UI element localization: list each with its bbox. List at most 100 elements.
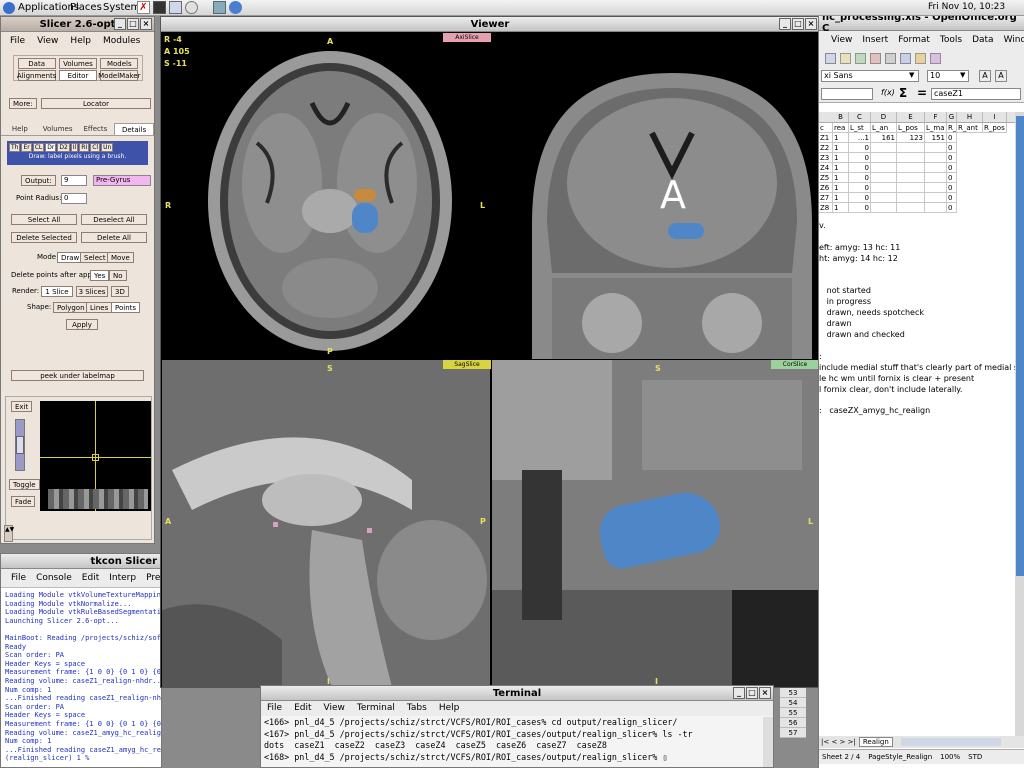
table-cell[interactable]: 123 bbox=[897, 133, 925, 143]
table-cell[interactable]: Z2 bbox=[819, 143, 833, 153]
slicer-menu-modules[interactable]: Modules bbox=[103, 36, 140, 46]
table-cell[interactable] bbox=[871, 173, 897, 183]
module-data-button[interactable]: Data bbox=[17, 58, 56, 69]
tkcon-menu-file[interactable]: File bbox=[11, 573, 26, 583]
table-cell[interactable]: ...1 bbox=[849, 133, 871, 143]
effect-dr-button[interactable]: Dr bbox=[45, 143, 57, 152]
tab-volumes[interactable]: Volumes bbox=[39, 123, 77, 135]
table-cell[interactable]: 1 bbox=[833, 143, 849, 153]
sum-icon[interactable]: Σ bbox=[899, 86, 907, 100]
mode-select-button[interactable]: Select bbox=[80, 252, 110, 263]
output-button[interactable]: Output: bbox=[21, 175, 56, 186]
table-cell[interactable] bbox=[897, 143, 925, 153]
table-cell[interactable] bbox=[925, 173, 947, 183]
effect-un-button[interactable]: Un bbox=[101, 143, 114, 152]
column-header[interactable]: E bbox=[897, 112, 925, 122]
table-cell[interactable]: 0 bbox=[849, 203, 871, 213]
table-cell[interactable] bbox=[925, 153, 947, 163]
calc-menu-format[interactable]: Format bbox=[898, 35, 930, 45]
module-models-button[interactable]: Models bbox=[100, 58, 139, 69]
column-header[interactable]: F bbox=[925, 112, 947, 122]
delete-all-button[interactable]: Delete All bbox=[81, 232, 147, 243]
terminal-menu-terminal[interactable]: Terminal bbox=[357, 703, 395, 714]
table-cell[interactable] bbox=[925, 193, 947, 203]
effect-il-button[interactable]: Il bbox=[70, 143, 79, 152]
status-zoom[interactable]: 100% bbox=[940, 753, 960, 761]
tab-effects[interactable]: Effects bbox=[77, 123, 115, 135]
effect-d2-button[interactable]: D2 bbox=[57, 143, 70, 152]
row-number[interactable]: 56 bbox=[780, 718, 806, 728]
shape-points-button[interactable]: Points bbox=[111, 302, 141, 313]
terminal-menu-file[interactable]: File bbox=[267, 703, 282, 714]
horizontal-scrollbar[interactable] bbox=[900, 738, 1001, 746]
table-cell[interactable]: 0 bbox=[849, 193, 871, 203]
effect-ri-button[interactable]: RI bbox=[79, 143, 90, 152]
fade-slider[interactable] bbox=[15, 419, 25, 471]
status-mode[interactable]: STD bbox=[968, 753, 982, 761]
table-cell[interactable]: 0 bbox=[947, 143, 957, 153]
table-cell[interactable]: 0 bbox=[849, 153, 871, 163]
table-cell[interactable]: 0 bbox=[947, 173, 957, 183]
header-cell[interactable]: L_st bbox=[849, 123, 871, 133]
point-radius-field[interactable]: 0 bbox=[61, 193, 87, 204]
mail-icon[interactable] bbox=[169, 1, 182, 14]
row-number[interactable]: 54 bbox=[780, 698, 806, 708]
calc-menu-insert[interactable]: Insert bbox=[862, 35, 888, 45]
toolbar-icon-5[interactable] bbox=[885, 52, 896, 64]
toolbar-icon-1[interactable] bbox=[825, 52, 836, 64]
viewer-titlebar[interactable]: Viewer _ □ × bbox=[161, 17, 819, 32]
apps-icon[interactable] bbox=[3, 2, 15, 14]
fade-button[interactable]: Fade bbox=[11, 496, 36, 507]
table-cell[interactable]: 1 bbox=[833, 183, 849, 193]
calc-menu-data[interactable]: Data bbox=[972, 35, 994, 45]
header-cell[interactable]: L_pos bbox=[897, 123, 925, 133]
close-icon[interactable]: × bbox=[140, 18, 152, 30]
table-cell[interactable] bbox=[871, 193, 897, 203]
calc-menu-view[interactable]: View bbox=[831, 35, 852, 45]
coronal-slice-view[interactable]: S I L bbox=[492, 360, 819, 687]
table-cell[interactable]: 0 bbox=[947, 163, 957, 173]
name-box[interactable] bbox=[821, 88, 873, 100]
slicer-titlebar[interactable]: Slicer 2.6-opt _ □ × bbox=[1, 17, 154, 32]
viewer-maximize-icon[interactable]: □ bbox=[792, 18, 804, 30]
header-cell[interactable]: c bbox=[819, 123, 833, 133]
peek-under-labelmap-button[interactable]: peek under labelmap bbox=[11, 370, 144, 381]
table-cell[interactable]: Z1 bbox=[819, 133, 833, 143]
table-cell[interactable]: 0 bbox=[947, 183, 957, 193]
slicer-menu-help[interactable]: Help bbox=[70, 36, 91, 46]
maximize-icon[interactable]: □ bbox=[127, 18, 139, 30]
terminal-minimize-icon[interactable]: _ bbox=[733, 687, 745, 699]
module-modelmaker-button[interactable]: ModelMaker bbox=[98, 70, 140, 81]
terminal-scrollbar[interactable] bbox=[763, 717, 773, 767]
table-cell[interactable]: 1 bbox=[833, 153, 849, 163]
effect-th-button[interactable]: Th bbox=[9, 143, 21, 152]
column-header[interactable]: D bbox=[871, 112, 897, 122]
sheet-nav-icons[interactable]: |< < > >| bbox=[821, 738, 856, 746]
mode-move-button[interactable]: Move bbox=[107, 252, 134, 263]
select-all-button[interactable]: Select All bbox=[11, 214, 77, 225]
vertical-scrollbar-thumb[interactable] bbox=[1016, 116, 1024, 576]
table-cell[interactable]: Z4 bbox=[819, 163, 833, 173]
table-cell[interactable]: 0 bbox=[849, 163, 871, 173]
shape-lines-button[interactable]: Lines bbox=[86, 302, 113, 313]
table-cell[interactable] bbox=[897, 153, 925, 163]
render-3slices-button[interactable]: 3 Slices bbox=[76, 286, 108, 297]
effect-cl-button[interactable]: CL bbox=[32, 143, 45, 152]
table-cell[interactable]: 161 bbox=[871, 133, 897, 143]
slicer-menu-view[interactable]: View bbox=[37, 36, 58, 46]
toolbar-icon-6[interactable] bbox=[900, 52, 911, 64]
table-cell[interactable] bbox=[871, 143, 897, 153]
table-cell[interactable] bbox=[871, 153, 897, 163]
output-value-field[interactable]: 9 bbox=[61, 175, 87, 186]
effect-er-button[interactable]: Er bbox=[21, 143, 32, 152]
toolbar-icon-4[interactable] bbox=[870, 52, 881, 64]
search-icon[interactable] bbox=[185, 1, 198, 14]
delete-selected-button[interactable]: Delete Selected bbox=[11, 232, 77, 243]
slicer-menu-file[interactable]: File bbox=[10, 36, 25, 46]
table-cell[interactable] bbox=[925, 183, 947, 193]
font-name-dropdown-icon[interactable]: ▼ bbox=[909, 71, 914, 79]
table-cell[interactable] bbox=[897, 173, 925, 183]
table-cell[interactable] bbox=[897, 203, 925, 213]
exit-button[interactable]: Exit bbox=[11, 401, 33, 412]
table-cell[interactable]: 1 bbox=[833, 193, 849, 203]
